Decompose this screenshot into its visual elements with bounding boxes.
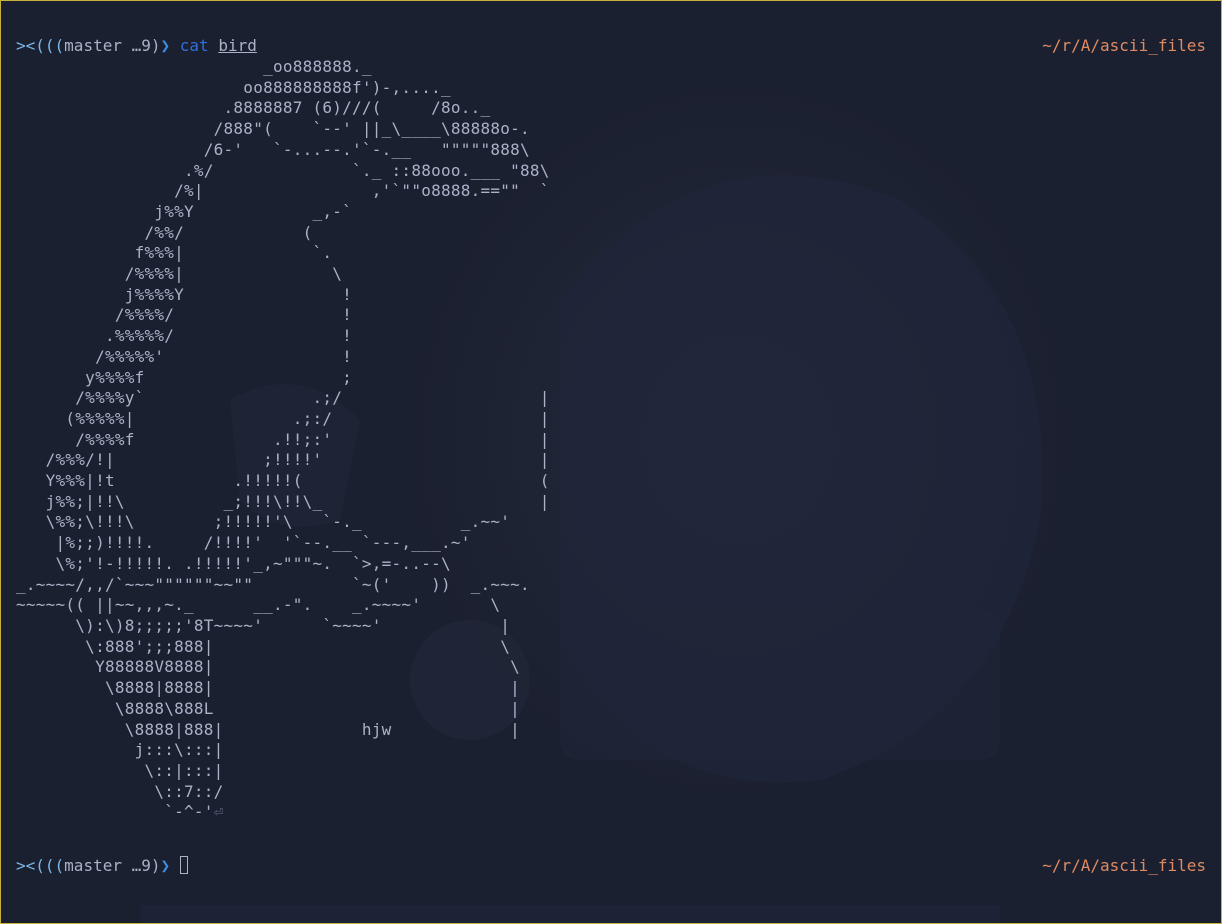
ascii-art-line: .%%%%%/ ! (16, 326, 353, 346)
ascii-art-line: Y88888V8888| \ (16, 657, 521, 677)
command-prompt-line: ><(((master …9)❯ cat bird ~/r/A/ascii_fil… (16, 36, 1206, 57)
current-path: ~/r/A/ascii_files (1042, 36, 1206, 55)
ascii-art-line: /%%%%/ ! (16, 305, 353, 325)
ascii-art-line: /%%%%y` .;/ | (16, 388, 550, 408)
prompt-arrow-icon: ❯ (160, 856, 171, 875)
ascii-art-line: \):\)8;;;;;'8T~~~~' `~~~~' | (16, 615, 511, 635)
ascii-art-line: /%%/ ( (16, 222, 313, 242)
ascii-art-line: oo888888888f')-,...._ (16, 77, 451, 97)
ascii-art-line: .%/ `._ ::88ooo.___ "88\ (16, 160, 550, 180)
ascii-art-line: _.~~~~/,,/`~~~""""""~~"" `~(' )) _.~~~. (16, 574, 530, 594)
git-branch: master …9) (64, 856, 161, 875)
ascii-art-line: \:888';;;888| \ (16, 636, 511, 656)
command-name: cat (179, 36, 209, 55)
ascii-art-line: y%%%%f ; (16, 367, 353, 387)
prompt-symbol: ><((( (16, 856, 65, 875)
ascii-art-line: /%%%%f .!!;:' | (16, 429, 550, 449)
ascii-art-line: j%%%%Y ! (16, 284, 353, 304)
ascii-art-line: /%%%%%' ! (16, 346, 353, 366)
ascii-art-line: /%%%%| \ (16, 264, 343, 284)
command-argument[interactable]: bird (218, 36, 257, 55)
return-symbol-icon: ⏎ (213, 802, 224, 822)
current-path: ~/r/A/ascii_files (1042, 856, 1206, 875)
ascii-art-line: j%%;|!!\ _;!!!\!!\_ | (16, 491, 550, 511)
ascii-art-line: \8888|8888| | (16, 678, 521, 698)
git-branch: master …9) (64, 36, 161, 55)
ascii-art-line: \%;'!-!!!!!. .!!!!!'_,~"""~. `>,=-..--\ (16, 553, 451, 573)
ascii-art-line: f%%%| `. (16, 243, 333, 263)
ascii-art-line: \8888|888| hjw | (16, 719, 521, 739)
ascii-art-line: /%%%/!| ;!!!!' | (16, 450, 550, 470)
ascii-art-line: \8888\888L | (16, 698, 521, 718)
ascii-art-line: /%| ,'`""o8888.=="" ` (16, 181, 550, 201)
ascii-art-output: _oo888888._ oo888888888f')-,...._ .88888… (16, 57, 1206, 823)
ascii-art-line: \::|:::| (16, 760, 224, 780)
active-prompt-line[interactable]: ><(((master …9)❯ ~/r/A/ascii_files (16, 855, 1206, 876)
prompt-arrow-icon: ❯ (160, 36, 171, 55)
ascii-art-line: (%%%%%| .;:/ | (16, 408, 550, 428)
ascii-art-line: |%;;)!!!!. /!!!!' '`--.__ `---,___.~' (16, 533, 471, 553)
ascii-art-line: /6-' `-...--.'`-.__ """""888\ (16, 139, 530, 159)
ascii-art-line: _oo888888._ (16, 57, 372, 76)
ascii-art-line: j%%Y _,-` (16, 201, 353, 221)
ascii-art-line: /888"( `--' ||_\____\88888o-. (16, 119, 530, 139)
text-cursor[interactable] (179, 856, 188, 874)
ascii-art-line: `-^-' (16, 802, 214, 822)
ascii-art-line: j:::\:::| (16, 740, 224, 760)
ascii-art-line: .8888887 (6)///( /8o.._ (16, 98, 491, 118)
ascii-art-line: \::7::/ (16, 781, 224, 801)
ascii-art-line: \%%;\!!!\ ;!!!!!'\ `-._ _.~~' (16, 512, 511, 532)
prompt-symbol: ><((( (16, 36, 65, 55)
ascii-art-line: ~~~~~(( ||~~,,,~._ __.-". _.~~~~' \ (16, 595, 501, 615)
ascii-art-line: Y%%%|!t .!!!!!( ( (16, 471, 550, 491)
terminal-output: ><(((master …9)❯ cat bird ~/r/A/ascii_fil… (16, 36, 1206, 823)
